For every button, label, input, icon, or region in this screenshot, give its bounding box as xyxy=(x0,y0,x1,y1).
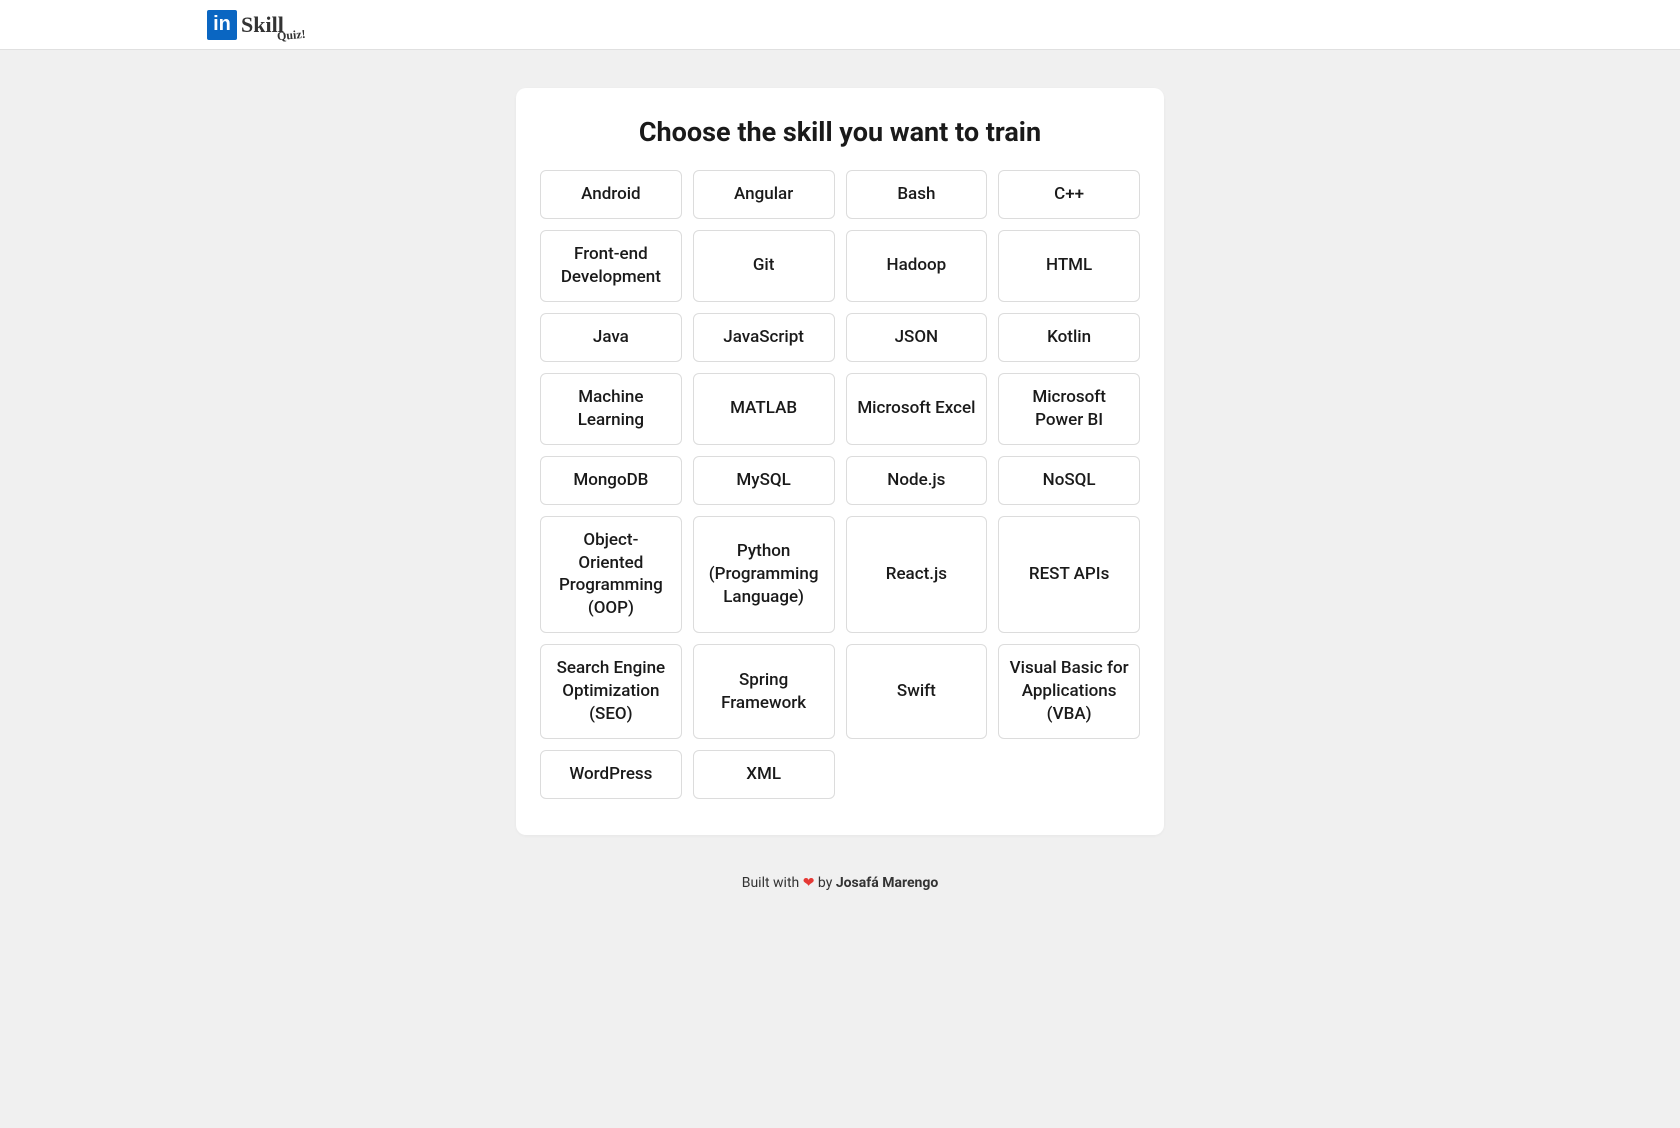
skill-button[interactable]: Bash xyxy=(846,170,988,219)
skill-button[interactable]: WordPress xyxy=(540,750,682,799)
skill-card: Choose the skill you want to train Andro… xyxy=(516,88,1164,835)
skill-button[interactable]: Python (Programming Language) xyxy=(693,516,835,634)
skill-button[interactable]: Search Engine Optimization (SEO) xyxy=(540,644,682,739)
skills-grid: AndroidAngularBashC++ Front-end Developme… xyxy=(540,170,1140,799)
skill-button[interactable]: JavaScript xyxy=(693,313,835,362)
skill-button[interactable]: Kotlin xyxy=(998,313,1140,362)
logo-quiz-text: Quiz! xyxy=(277,26,307,43)
skill-button[interactable]: Node.js xyxy=(846,456,988,505)
footer-prefix: Built with xyxy=(742,875,803,891)
page-title: Choose the skill you want to train xyxy=(540,116,1140,148)
skill-button[interactable]: XML xyxy=(693,750,835,799)
skill-button[interactable]: Android xyxy=(540,170,682,219)
skill-button[interactable]: Git xyxy=(693,230,835,302)
heart-icon: ❤ xyxy=(803,875,815,891)
skill-button[interactable]: JSON xyxy=(846,313,988,362)
footer: Built with ❤ by Josafá Marengo xyxy=(0,855,1680,911)
logo[interactable]: in Skill Quiz! xyxy=(207,10,284,40)
skill-button[interactable]: MongoDB xyxy=(540,456,682,505)
skill-button[interactable]: NoSQL xyxy=(998,456,1140,505)
skill-button[interactable]: C++ xyxy=(998,170,1140,219)
main-content: Choose the skill you want to train Andro… xyxy=(0,50,1680,855)
footer-author-link[interactable]: Josafá Marengo xyxy=(836,875,938,891)
logo-skill-text: Skill Quiz! xyxy=(241,12,284,38)
logo-in-icon: in xyxy=(207,10,237,40)
skill-button[interactable]: Microsoft Power BI xyxy=(998,373,1140,445)
skill-button[interactable]: MATLAB xyxy=(693,373,835,445)
skill-button[interactable]: Visual Basic for Applications (VBA) xyxy=(998,644,1140,739)
skill-button[interactable]: MySQL xyxy=(693,456,835,505)
skill-button[interactable]: REST APIs xyxy=(998,516,1140,634)
skill-button[interactable]: Spring Framework xyxy=(693,644,835,739)
skill-button[interactable]: Front-end Development xyxy=(540,230,682,302)
skill-button[interactable]: Microsoft Excel xyxy=(846,373,988,445)
skill-button[interactable]: Object-Oriented Programming (OOP) xyxy=(540,516,682,634)
skill-button[interactable]: HTML xyxy=(998,230,1140,302)
skill-button[interactable]: Machine Learning xyxy=(540,373,682,445)
skill-button[interactable]: Swift xyxy=(846,644,988,739)
footer-middle: by xyxy=(814,875,835,891)
header: in Skill Quiz! xyxy=(0,0,1680,50)
skill-button[interactable]: Java xyxy=(540,313,682,362)
skill-button[interactable]: Hadoop xyxy=(846,230,988,302)
skill-button[interactable]: React.js xyxy=(846,516,988,634)
skill-button[interactable]: Angular xyxy=(693,170,835,219)
